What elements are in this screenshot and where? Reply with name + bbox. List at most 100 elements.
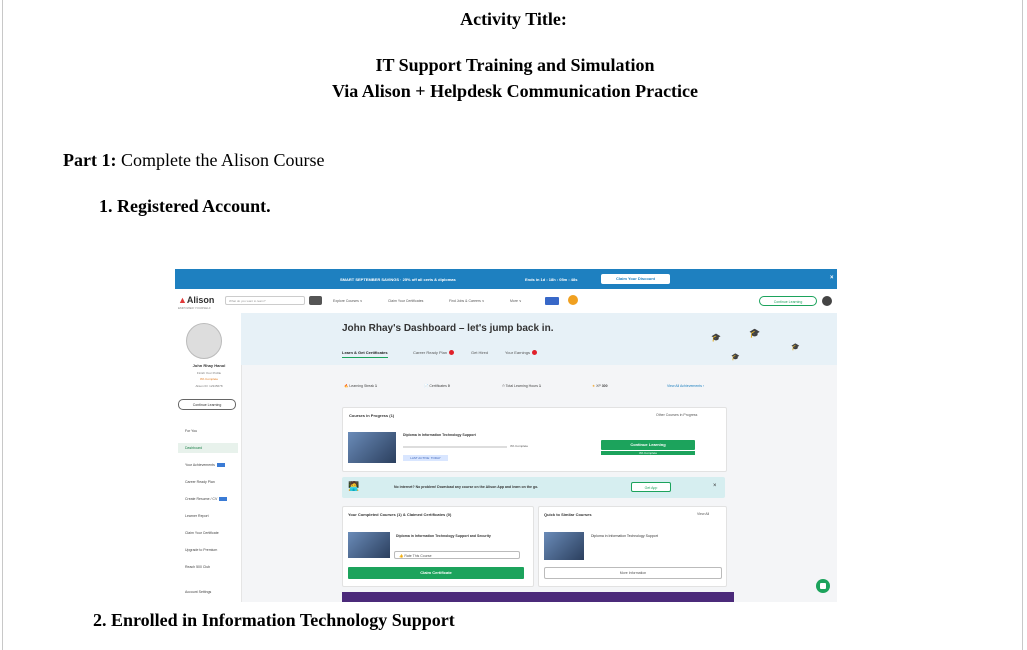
nav-claim-certificates[interactable]: Claim Your Certificates [388, 299, 423, 303]
completed-courses-card: Your Completed Courses (1) & Claimed Cer… [342, 506, 534, 587]
profile-percent: 0% Complete [199, 377, 218, 381]
part-heading: Part 1: Complete the Alison Course [63, 150, 324, 171]
more-information-button[interactable]: More Information [544, 567, 722, 579]
sidebar-item-your-achievements[interactable]: Your Achievements [178, 460, 238, 470]
certificate-icon: 📄 [424, 384, 429, 388]
top-navbar: ▲Alison EMPOWER YOURSELF What do you wan… [175, 289, 837, 314]
view-achievements-link[interactable]: View All Achievements › [667, 378, 704, 394]
sidebar-item-account-settings[interactable]: Account Settings [178, 587, 238, 597]
promo-text: SMART SEPTEMBER SAVINGS · 25% off all ce… [340, 277, 456, 282]
continue-learning-subtext: 3% Complete [601, 451, 695, 455]
dashboard-title: John Rhay's Dashboard – let's jump back … [342, 323, 554, 334]
sidebar-item-reach-500-club[interactable]: Reach 500 Club [178, 562, 238, 572]
logo-text: Alison [186, 295, 215, 305]
sidebar-item-dashboard[interactable]: Dashboard [178, 443, 238, 453]
nav-continue-learning-button[interactable]: Continue Learning [759, 296, 817, 306]
xp-icon: ★ [592, 384, 596, 388]
sidebar-item-learner-report[interactable]: Learner Report [178, 511, 238, 521]
sidebar-item-for-you[interactable]: For You [178, 426, 238, 436]
sidebar-continue-learning-button[interactable]: Continue Learning [178, 399, 236, 410]
learner-id: Alison ID: 12345678 [195, 384, 223, 388]
coin-icon[interactable] [568, 295, 578, 305]
activity-title-line1: IT Support Training and Simulation [375, 55, 655, 75]
learning-hours-label: Total Learning Hours [505, 384, 538, 388]
courses-in-progress-title: Courses in Progress (1) [349, 413, 395, 418]
sidebar-user-name: John Rhay Hanol [192, 363, 226, 368]
sidebar-item-label: Claim Your Certificate [185, 531, 219, 535]
finish-profile-link[interactable]: Finish Your Profile [181, 371, 237, 375]
xp-value: 300 [601, 384, 608, 388]
tab-your-earnings-label: Your Earnings [505, 350, 530, 355]
claim-discount-button[interactable]: Claim Your Discount [601, 274, 670, 284]
sidebar-item-label: Dashboard [185, 446, 203, 450]
graduation-cap-icon: 🎓 [791, 344, 800, 351]
view-all-link[interactable]: View All [697, 512, 709, 516]
continue-learning-button[interactable]: Continue Learning [601, 440, 695, 450]
nav-more[interactable]: More ∨ [510, 299, 522, 303]
nav-explore-courses[interactable]: Explore Courses ∨ [333, 299, 362, 303]
step-2-heading: 2. Enrolled in Information Technology Su… [93, 610, 455, 630]
notification-dot [531, 350, 537, 355]
learning-hours-value: 1 [538, 384, 541, 388]
similar-course-thumbnail[interactable] [544, 532, 584, 560]
tab-get-hired[interactable]: Get Hired [471, 350, 488, 355]
other-courses-link[interactable]: Other Courses in Progress [656, 413, 697, 417]
claim-certificate-button[interactable]: Claim Certificate [348, 567, 524, 579]
dashboard-header: John Rhay's Dashboard – let's jump back … [241, 313, 837, 365]
promo-banner: SMART SEPTEMBER SAVINGS · 25% off all ce… [175, 269, 837, 289]
sidebar: John Rhay Hanol Finish Your Profile 0% C… [175, 313, 242, 602]
tab-learn-certificates[interactable]: Learn & Get Certificates [342, 350, 388, 358]
sidebar-item-upgrade-to-premium[interactable]: Upgrade to Premium [178, 545, 238, 555]
sidebar-item-label: Learner Report [185, 514, 209, 518]
user-avatar-icon[interactable] [822, 296, 832, 306]
course-thumbnail[interactable] [348, 432, 396, 463]
alison-logo-icon: ▲ [178, 295, 187, 305]
sidebar-item-create-resume-cv[interactable]: Create Resume / CV [178, 494, 238, 504]
app-download-text: No internet? No problem! Download any co… [394, 485, 539, 489]
part-text: Complete the Alison Course [116, 150, 325, 170]
chat-support-glyph [820, 583, 826, 589]
promo-purple-bar [342, 592, 734, 602]
nav-find-jobs[interactable]: Find Jobs & Careers ∨ [449, 299, 484, 303]
thumbs-up-icon: 👍 [399, 554, 404, 558]
tab-career-ready-plan[interactable]: Career Ready Plan [413, 350, 455, 355]
search-button[interactable] [309, 296, 322, 305]
sidebar-item-claim-your-certificate[interactable]: Claim Your Certificate [178, 528, 238, 538]
learning-hours-stat: ⏱ Total Learning Hours 1 [502, 378, 541, 394]
sidebar-item-career-ready-plan[interactable]: Career Ready Plan [178, 477, 238, 487]
promo-close-icon[interactable]: × [830, 275, 834, 281]
sidebar-item-label: Reach 500 Club [185, 565, 211, 569]
notification-dot [449, 350, 455, 355]
promo-timer: Ends in 1d : 18h : 05m : 48s [525, 277, 578, 282]
sidebar-item-label: Create Resume / CV [185, 497, 218, 501]
search-input[interactable]: What do you want to learn? [225, 296, 305, 305]
graduation-cap-icon: 🎓 [749, 328, 761, 338]
sidebar-item-label: Career Ready Plan [185, 480, 215, 484]
alison-dashboard-screenshot: SMART SEPTEMBER SAVINGS · 25% off all ce… [175, 269, 837, 602]
get-app-button[interactable]: Get App [631, 482, 671, 492]
similar-courses-card: Quick to Similar Courses View All Diplom… [538, 506, 727, 587]
xp-stat: ★ XP 300 [592, 378, 608, 394]
tab-your-earnings[interactable]: Your Earnings [505, 350, 537, 355]
graduation-cap-icon: 🎓 [731, 354, 740, 361]
last-active-tag: LAST ACTIVE: TODAY [403, 455, 448, 461]
alison-logo[interactable]: ▲Alison [178, 295, 214, 305]
rate-course-button[interactable]: 👍 Rate This Course [394, 551, 520, 559]
chat-support-icon[interactable] [816, 579, 830, 593]
tab-career-ready-plan-label: Career Ready Plan [413, 350, 448, 355]
sidebar-item-label: Your Achievements [185, 463, 215, 467]
keyboard-icon[interactable] [545, 297, 559, 305]
sidebar-item-label: For You [185, 429, 198, 433]
certificates-value: 0 [447, 384, 450, 388]
xp-label: XP [596, 384, 601, 388]
banner-close-icon[interactable]: × [713, 483, 717, 489]
stats-row: 🔥 Learning Streak 1 📄 Certificates 0 ⏱ T… [342, 378, 725, 394]
similar-courses-title: Quick to Similar Courses [544, 512, 592, 517]
profile-avatar[interactable] [186, 323, 222, 359]
similar-course-name[interactable]: Diploma in Information Technology Suppor… [591, 534, 658, 538]
fire-icon: 🔥 [344, 384, 349, 388]
completed-course-name[interactable]: Diploma in Information Technology Suppor… [396, 534, 506, 538]
part-label: Part 1: [63, 150, 117, 170]
completed-course-thumbnail[interactable] [348, 532, 390, 558]
in-progress-course-name[interactable]: Diploma in Information Technology Suppor… [403, 433, 476, 437]
